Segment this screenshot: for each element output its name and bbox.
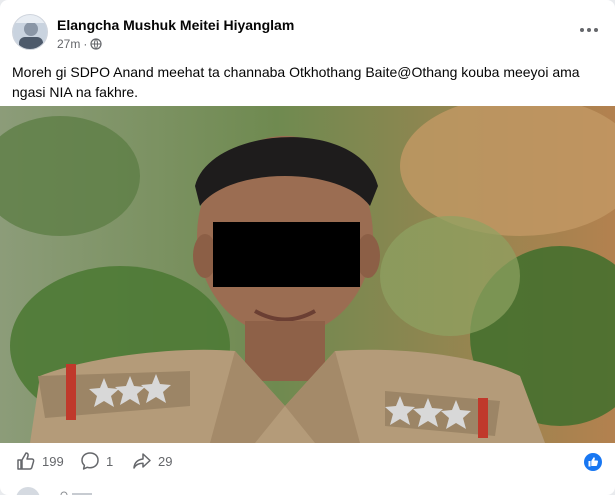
author-avatar[interactable] [12,14,48,50]
share-button[interactable]: 29 [132,451,172,471]
post-time[interactable]: 27m [57,37,80,51]
post-text: Moreh gi SDPO Anand meehat ta channaba O… [12,64,580,100]
post-header: Elangcha Mushuk Meitei Hiyanglam 27m · [0,0,615,58]
post-card: Elangcha Mushuk Meitei Hiyanglam 27m · M… [0,0,615,495]
comment-icon [80,451,100,471]
share-icon [132,451,152,471]
like-reaction-icon[interactable] [583,452,603,477]
face-censor-bar [213,222,360,287]
next-comment-preview [0,484,615,495]
comment-button[interactable]: 1 [80,451,113,471]
post-actions: 199 1 29 [0,443,615,481]
like-count: 199 [42,453,64,469]
more-options-icon[interactable] [577,20,601,40]
thumbs-up-icon [16,451,36,471]
share-count: 29 [158,453,173,469]
meta-separator: · [83,37,88,51]
globe-icon [90,38,102,50]
comment-count: 1 [106,453,114,469]
post-meta: 27m · [57,37,102,51]
post-photo[interactable] [0,106,615,443]
author-name[interactable]: Elangcha Mushuk Meitei Hiyanglam [57,17,294,33]
like-button[interactable]: 199 [16,451,64,471]
